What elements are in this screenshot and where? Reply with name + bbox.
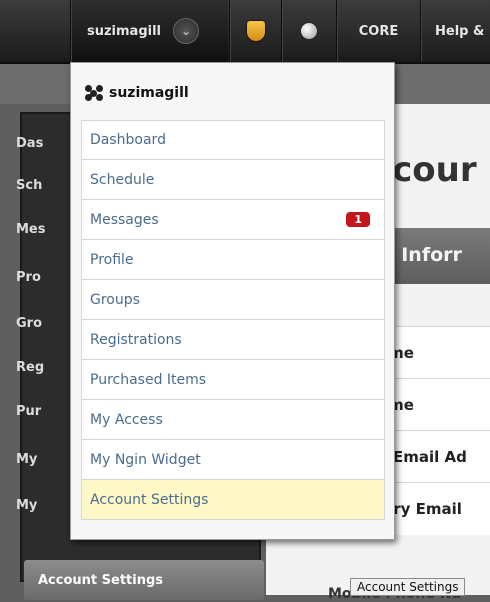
sidebar-item-my-widget[interactable]: My [16, 498, 37, 513]
menu-item-messages[interactable]: Messages 1 [81, 200, 385, 240]
sidebar-item-dashboard[interactable]: Das [16, 136, 43, 151]
globe-icon [301, 23, 317, 39]
sidebar-item-groups[interactable]: Gro [16, 316, 42, 331]
sidebar-item-profile[interactable]: Pro [16, 270, 41, 285]
menu-item-label: Schedule [90, 171, 155, 188]
unread-count-badge: 1 [346, 212, 370, 227]
menu-item-label: Purchased Items [90, 371, 207, 388]
menu-item-purchased-items[interactable]: Purchased Items [81, 360, 385, 400]
tooltip: Account Settings [350, 578, 466, 596]
chevron-down-icon: ⌄ [173, 18, 200, 44]
menu-item-schedule[interactable]: Schedule [81, 160, 385, 200]
dropdown-list: Dashboard Schedule Messages 1 Profile Gr… [81, 120, 385, 520]
menu-item-dashboard[interactable]: Dashboard [81, 120, 385, 160]
sidebar-item-schedule[interactable]: Sch [16, 178, 42, 193]
globe-button[interactable] [281, 0, 336, 62]
menu-item-registrations[interactable]: Registrations [81, 320, 385, 360]
core-nav-link[interactable]: CORE [336, 0, 420, 62]
menu-item-label: Registrations [90, 331, 182, 348]
menu-item-account-settings[interactable]: Account Settings [81, 480, 385, 520]
menu-item-profile[interactable]: Profile [81, 240, 385, 280]
ngin-logo-icon [85, 85, 103, 101]
sidebar-item-account-settings[interactable]: Account Settings [24, 560, 264, 600]
menu-item-label: My Access [90, 411, 163, 428]
shield-badge-icon [246, 21, 265, 41]
menu-item-groups[interactable]: Groups [81, 280, 385, 320]
menu-item-label: Dashboard [90, 132, 166, 148]
menu-item-label: Messages [90, 211, 159, 228]
sidebar-item-messages[interactable]: Mes [16, 222, 46, 237]
menu-item-label: Profile [90, 251, 134, 268]
help-nav-link[interactable]: Help & [420, 0, 490, 62]
menu-item-my-ngin-widget[interactable]: My Ngin Widget [81, 440, 385, 480]
dropdown-username: suzimagill [109, 85, 189, 101]
username-label: suzimagill [87, 23, 162, 39]
sidebar-item-my-access[interactable]: My [16, 452, 37, 467]
sidebar-item-purchased[interactable]: Pur [16, 404, 41, 419]
user-menu-button[interactable]: suzimagill ⌄ [70, 0, 228, 62]
badge-button[interactable] [229, 0, 281, 62]
dropdown-header: suzimagill [85, 85, 189, 101]
user-dropdown-menu: suzimagill Dashboard Schedule Messages 1… [70, 62, 395, 540]
menu-item-label: Groups [90, 291, 140, 308]
sidebar-item-registrations[interactable]: Reg [16, 360, 44, 375]
menu-item-label: Account Settings [90, 491, 209, 508]
top-nav-bar: suzimagill ⌄ CORE Help & [0, 0, 490, 64]
menu-item-my-access[interactable]: My Access [81, 400, 385, 440]
menu-item-label: My Ngin Widget [90, 451, 201, 468]
